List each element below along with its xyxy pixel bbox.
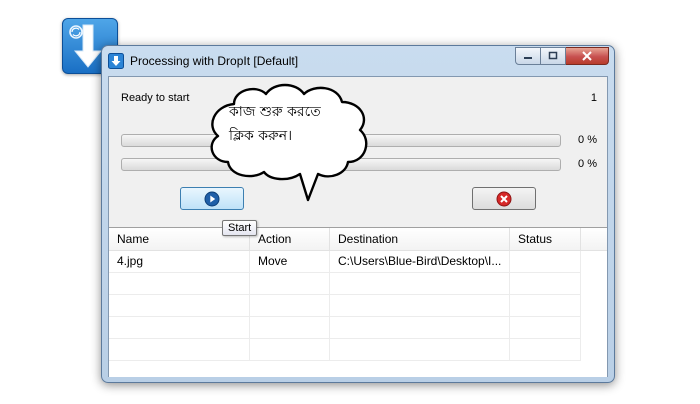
file-counter: 1: [590, 92, 597, 104]
progress-percent-current: 0 %: [578, 134, 597, 146]
status-text: Ready to start: [121, 92, 190, 104]
cancel-button[interactable]: [472, 187, 536, 210]
progress-percent-total: 0 %: [578, 158, 597, 170]
annotation-bubble: কাজ শুরু করতে ক্লিক করুন।: [204, 82, 376, 208]
column-header-status[interactable]: Status: [510, 228, 581, 250]
list-header: Name Action Destination Status: [109, 228, 607, 251]
file-list[interactable]: Name Action Destination Status 4.jpg Mov…: [109, 227, 607, 377]
annotation-text: কাজ শুরু করতে ক্লিক করুন।: [229, 100, 359, 148]
table-row-empty: [109, 295, 581, 317]
column-header-destination[interactable]: Destination: [330, 228, 510, 250]
dropit-arrow-icon: [108, 53, 124, 69]
window-title: Processing with DropIt [Default]: [130, 54, 299, 68]
table-row-empty: [109, 317, 581, 339]
cancel-x-icon: [496, 191, 512, 206]
minimize-icon: [524, 57, 532, 59]
table-row[interactable]: 4.jpg Move C:\Users\Blue-Bird\Desktop\I.…: [109, 251, 581, 273]
title-bar[interactable]: Processing with DropIt [Default]: [102, 46, 614, 76]
minimize-button[interactable]: [515, 47, 541, 65]
annotation-line-2: ক্লিক করুন।: [229, 128, 293, 144]
close-button[interactable]: [566, 47, 609, 65]
cell-name: 4.jpg: [109, 251, 250, 272]
start-tooltip: Start: [222, 220, 258, 236]
cell-action: Move: [250, 251, 330, 272]
column-header-action[interactable]: Action: [250, 228, 330, 250]
caption-buttons: [515, 47, 609, 67]
annotation-line-1: কাজ শুরু করতে: [229, 104, 321, 120]
cell-destination: C:\Users\Blue-Bird\Desktop\I...: [330, 251, 510, 272]
table-row-empty: [109, 339, 581, 361]
cell-status: [510, 251, 581, 272]
maximize-button[interactable]: [541, 47, 566, 65]
maximize-icon: [548, 51, 558, 60]
table-row-empty: [109, 273, 581, 295]
close-icon: [582, 51, 592, 61]
